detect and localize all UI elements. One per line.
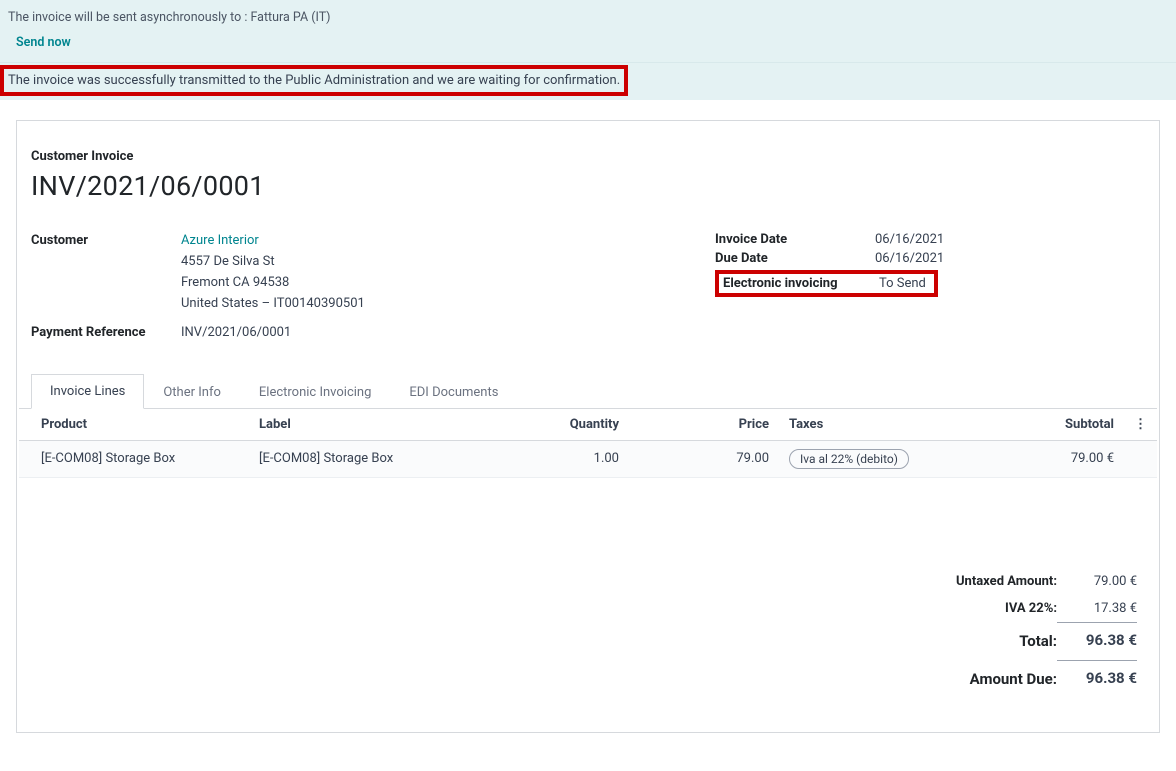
amount-due-label: Amount Due: <box>934 660 1057 698</box>
highlight-confirmation: The invoice was successfully transmitted… <box>0 65 628 96</box>
address-line3: United States – IT00140390501 <box>181 294 655 315</box>
untaxed-value: 79.00 € <box>1057 568 1137 595</box>
cell-taxes: Iva al 22% (debito) <box>779 440 979 477</box>
tabs: Invoice Lines Other Info Electronic Invo… <box>19 373 1157 409</box>
customer-block: Customer Azure Interior 4557 De Silva St… <box>31 230 655 345</box>
cell-product: [E-COM08] Storage Box <box>19 440 249 477</box>
col-label: Label <box>249 409 499 441</box>
tab-electronic-invoicing[interactable]: Electronic Invoicing <box>240 375 391 409</box>
total-value: 96.38 € <box>1057 622 1137 660</box>
due-date-label: Due Date <box>715 249 875 268</box>
col-options-icon[interactable]: ⋮ <box>1124 409 1157 441</box>
tab-edi-documents[interactable]: EDI Documents <box>390 375 517 409</box>
cell-label: [E-COM08] Storage Box <box>249 440 499 477</box>
invoice-number: INV/2021/06/0001 <box>31 170 1145 202</box>
amount-due-value: 96.38 € <box>1057 660 1137 698</box>
confirmation-row: The invoice was successfully transmitted… <box>0 63 1176 100</box>
address-line2: Fremont CA 94538 <box>181 273 655 294</box>
tab-other-info[interactable]: Other Info <box>144 375 240 409</box>
iva-value: 17.38 € <box>1057 595 1137 623</box>
send-now-button[interactable]: Send now <box>16 35 71 50</box>
col-subtotal: Subtotal <box>979 409 1124 441</box>
customer-link[interactable]: Azure Interior <box>181 230 259 252</box>
total-label: Total: <box>934 622 1057 660</box>
alert-banner: The invoice will be sent asynchronously … <box>0 0 1176 63</box>
payref-value: INV/2021/06/0001 <box>181 322 291 344</box>
tab-invoice-lines[interactable]: Invoice Lines <box>31 374 144 409</box>
col-quantity: Quantity <box>499 409 629 441</box>
invoice-date-value: 06/16/2021 <box>875 230 954 249</box>
cell-quantity: 1.00 <box>499 440 629 477</box>
einv-value: To Send <box>879 274 934 293</box>
einv-label: Electronic invoicing <box>719 274 879 293</box>
payref-label: Payment Reference <box>31 322 181 344</box>
tax-pill[interactable]: Iva al 22% (debito) <box>789 449 909 469</box>
untaxed-label: Untaxed Amount: <box>934 568 1057 595</box>
col-taxes: Taxes <box>779 409 979 441</box>
invoice-card: Customer Invoice INV/2021/06/0001 Custom… <box>16 120 1160 733</box>
col-price: Price <box>629 409 779 441</box>
page-title-label: Customer Invoice <box>31 149 1145 164</box>
due-date-value: 06/16/2021 <box>875 249 954 268</box>
customer-label: Customer <box>31 230 181 252</box>
col-product: Product <box>19 409 249 441</box>
invoice-date-label: Invoice Date <box>715 230 875 249</box>
confirmation-message: The invoice was successfully transmitted… <box>4 69 624 92</box>
highlight-electronic-invoicing: Electronic invoicing To Send <box>715 270 938 297</box>
iva-label: IVA 22%: <box>934 595 1057 623</box>
table-row[interactable]: [E-COM08] Storage Box [E-COM08] Storage … <box>19 440 1157 477</box>
cell-subtotal: 79.00 € <box>979 440 1124 477</box>
dates-block: Invoice Date 06/16/2021 Due Date 06/16/2… <box>715 230 1145 345</box>
alert-async-message: The invoice will be sent asynchronously … <box>8 10 1168 25</box>
cell-price: 79.00 <box>629 440 779 477</box>
invoice-lines-table: Product Label Quantity Price Taxes Subto… <box>19 409 1157 478</box>
totals-block: Untaxed Amount: 79.00 € IVA 22%: 17.38 €… <box>19 568 1157 699</box>
address-line1: 4557 De Silva St <box>181 252 655 273</box>
